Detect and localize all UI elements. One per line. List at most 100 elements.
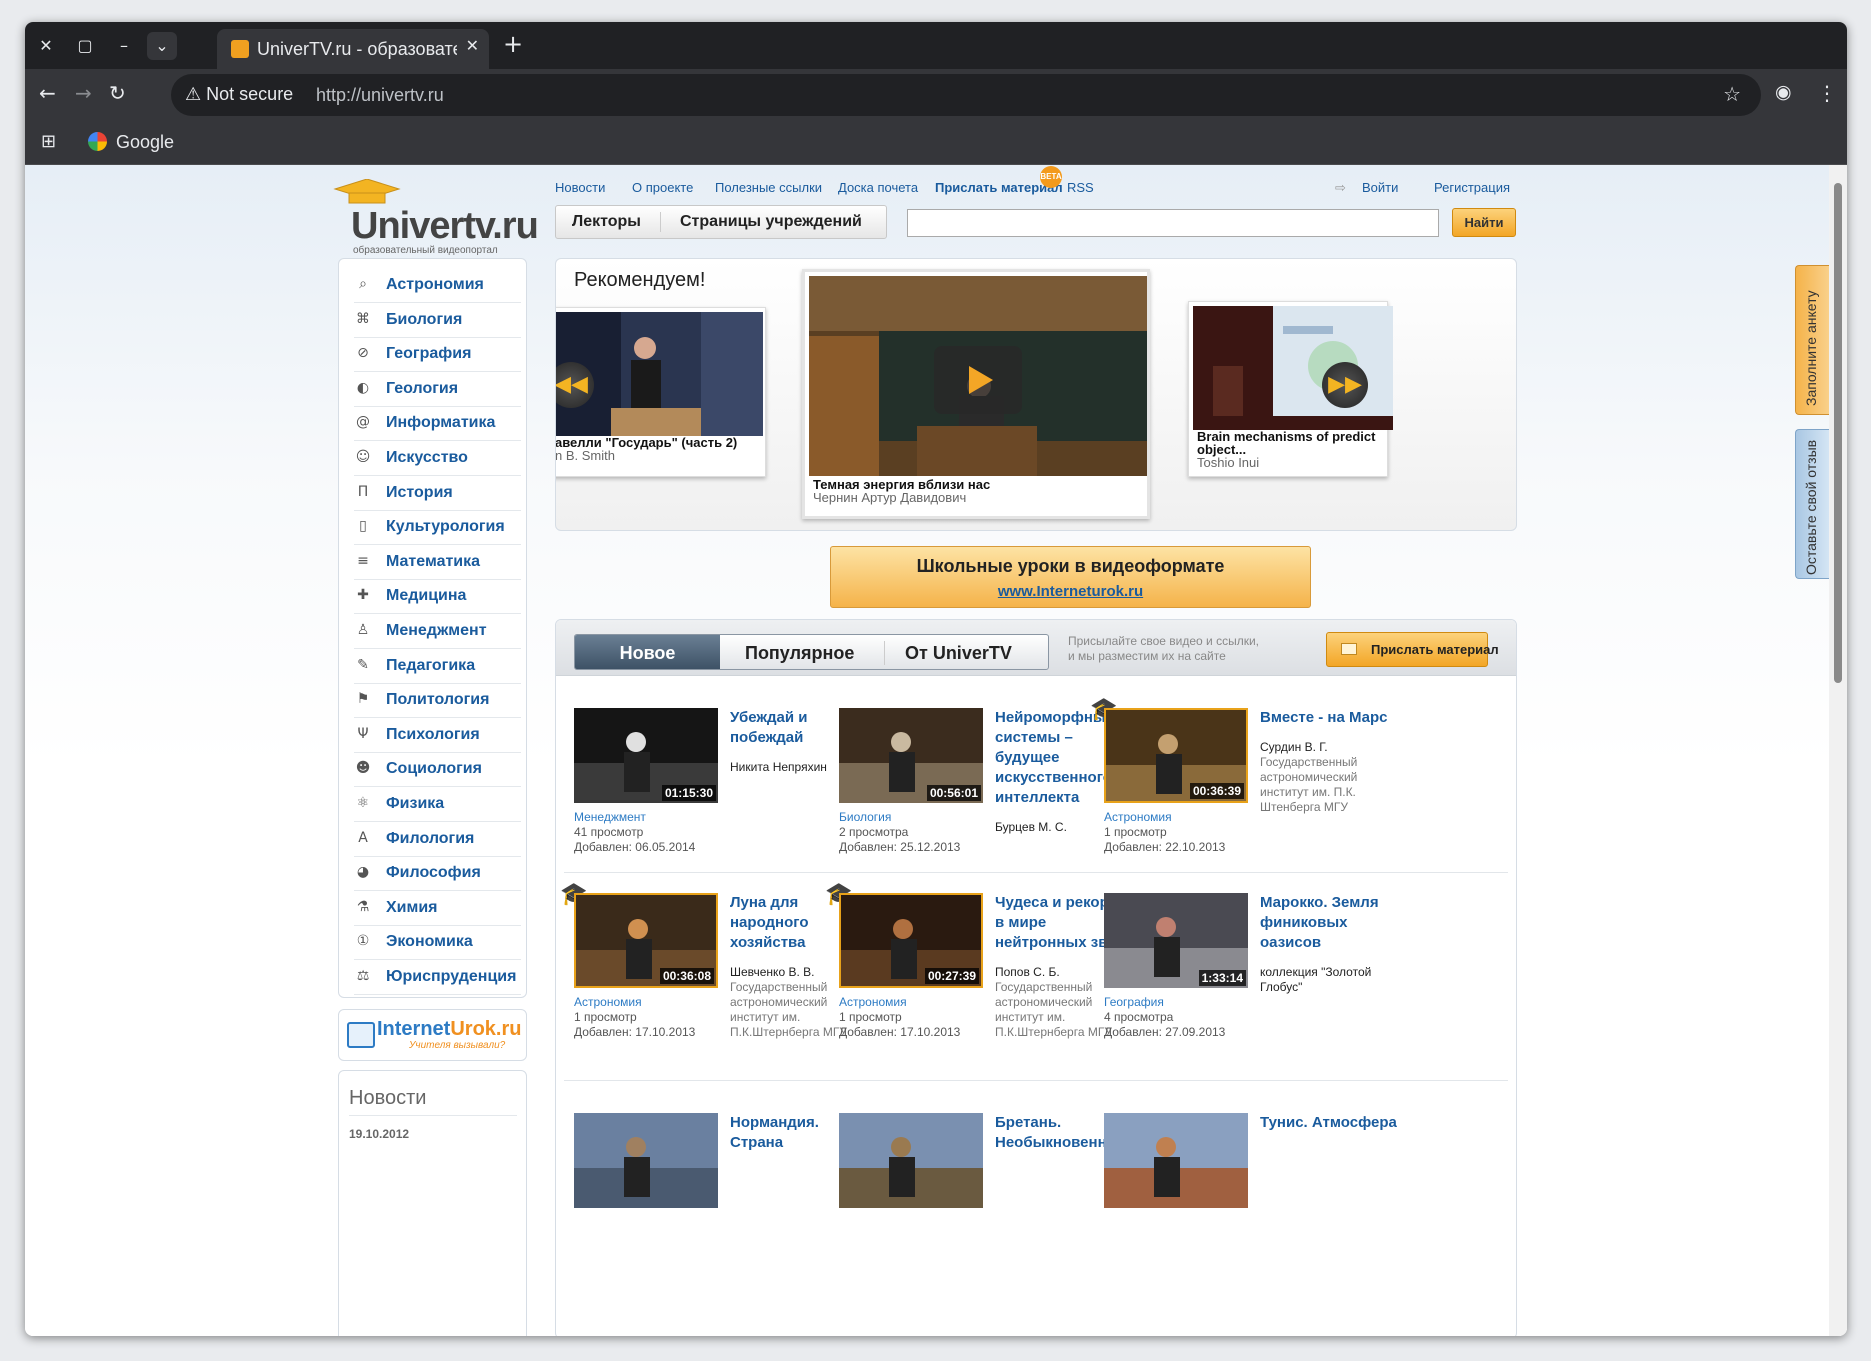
video-thumbnail[interactable]: 01:15:30: [574, 708, 718, 803]
video-item[interactable]: 🎓 00:27:39 Чудеса и рекорды в мире нейтрон…: [825, 881, 1139, 1083]
tab-institutions[interactable]: Страницы учреждений: [680, 213, 862, 231]
close-tab-icon[interactable]: ✕: [466, 36, 479, 55]
video-added: Добавлен: 06.05.2014: [574, 840, 696, 854]
video-thumbnail[interactable]: 00:27:39: [839, 893, 983, 988]
forward-icon[interactable]: →: [75, 81, 92, 105]
category-item[interactable]: ◕ Философия: [354, 857, 521, 892]
tab-search-chevron-icon[interactable]: ⌄: [147, 32, 177, 60]
google-icon[interactable]: [88, 132, 107, 151]
video-category[interactable]: Астрономия: [574, 995, 724, 1010]
category-item[interactable]: ① Экономика: [354, 926, 521, 961]
address-bar[interactable]: ⚠ Not secure http://univertv.ru ☆: [171, 74, 1761, 116]
beta-badge: BETA: [1040, 166, 1062, 188]
video-item[interactable]: Бретань. Необыкновенные: [839, 1113, 1139, 1303]
video-category[interactable]: Астрономия: [1104, 810, 1254, 825]
category-item[interactable]: ☻ Социология: [354, 753, 521, 788]
search-button[interactable]: Найти: [1452, 208, 1516, 237]
video-item[interactable]: 🎓 00:36:08 Луна для народного хозяйства Шев…: [560, 881, 874, 1083]
maximize-window-icon[interactable]: ▢: [70, 32, 100, 60]
tab-new[interactable]: Новое: [575, 635, 720, 669]
bookmark-google[interactable]: Google: [116, 132, 174, 153]
video-author-name[interactable]: коллекция "Золотой Глобус": [1260, 965, 1400, 995]
category-item[interactable]: ▯ Культурология: [354, 511, 521, 546]
category-item[interactable]: ⌕ Астрономия: [354, 269, 521, 303]
video-thumbnail[interactable]: [839, 1113, 983, 1208]
feedback-tab-label: Оставьте свой отзыв: [1803, 439, 1819, 575]
video-author-name[interactable]: Сурдин В. Г.: [1260, 740, 1400, 755]
category-item[interactable]: Ψ Психология: [354, 719, 521, 753]
internet-urok-ad[interactable]: InternetUrok.ru Учителя вызывали?: [338, 1009, 527, 1061]
category-item[interactable]: ✚ Медицина: [354, 580, 521, 615]
category-item[interactable]: ◐ Геология: [354, 373, 521, 407]
category-item[interactable]: ♙ Менеджмент: [354, 615, 521, 649]
video-category[interactable]: Биология: [839, 810, 989, 825]
school-lessons-banner[interactable]: Школьные уроки в видеоформате www.Intern…: [830, 546, 1311, 608]
carousel-card-featured[interactable]: Темная энергия вблизи нас Чернин Артур Д…: [802, 269, 1150, 519]
video-thumbnail[interactable]: 00:36:39: [1104, 708, 1248, 803]
video-thumbnail[interactable]: [1104, 1113, 1248, 1208]
video-title[interactable]: Вместе - на Марс: [1260, 708, 1400, 728]
envelope-icon: [1341, 643, 1357, 655]
apps-grid-icon[interactable]: ⊞: [41, 131, 56, 152]
video-item[interactable]: 🎓 00:36:39 Вместе - на Марс Сурдин В. Г. Гос…: [1090, 696, 1404, 898]
video-thumbnail[interactable]: 00:36:08: [574, 893, 718, 988]
video-title[interactable]: Тунис. Атмосфера: [1260, 1113, 1400, 1133]
send-material-button[interactable]: Прислать материал: [1326, 632, 1499, 667]
tab-from-univertv[interactable]: От UniverTV: [905, 635, 1012, 669]
category-item[interactable]: ≡ Математика: [354, 546, 521, 580]
minimize-window-icon[interactable]: –: [109, 32, 139, 60]
new-tab-icon[interactable]: +: [503, 30, 523, 58]
not-secure-indicator[interactable]: ⚠ Not secure: [185, 84, 293, 105]
login-link[interactable]: Войти: [1362, 180, 1398, 195]
search-input[interactable]: [907, 209, 1439, 237]
category-label: История: [386, 483, 453, 501]
category-item[interactable]: Π История: [354, 477, 521, 511]
browser-tab[interactable]: UniverTV.ru - образовательный ✕: [217, 29, 489, 69]
url-text[interactable]: http://univertv.ru: [316, 85, 444, 106]
category-item[interactable]: ⚗ Химия: [354, 892, 521, 926]
profile-icon[interactable]: ◉: [1775, 81, 1792, 103]
nav-rss[interactable]: RSS: [1067, 180, 1094, 195]
video-thumbnail[interactable]: 1:33:14: [1104, 893, 1248, 988]
banner-link[interactable]: www.Interneturok.ru: [831, 583, 1310, 600]
video-thumbnail[interactable]: [574, 1113, 718, 1208]
video-item[interactable]: 01:15:30 Убеждай и побеждай Никита Непряхи…: [574, 708, 874, 898]
video-item[interactable]: 1:33:14 Марокко. Земля финиковых оазисов к…: [1104, 893, 1404, 1083]
carousel-featured-author: Чернин Артур Давидович: [813, 490, 967, 505]
bookmark-star-icon[interactable]: ☆: [1723, 82, 1741, 106]
feedback-tab[interactable]: Оставьте свой отзыв: [1795, 429, 1829, 579]
menu-kebab-icon[interactable]: ⋮: [1817, 81, 1837, 105]
nav-links[interactable]: Полезные ссылки: [715, 180, 822, 195]
scrollbar-thumb[interactable]: [1834, 183, 1842, 683]
category-item[interactable]: ✎ Педагогика: [354, 650, 521, 684]
category-label: Юриспруденция: [386, 968, 517, 985]
category-item[interactable]: ⚑ Политология: [354, 684, 521, 719]
close-window-icon[interactable]: ✕: [31, 32, 61, 60]
page-scrollbar[interactable]: [1829, 165, 1847, 1336]
nav-honor-board[interactable]: Доска почета: [838, 180, 918, 195]
video-category[interactable]: Менеджмент: [574, 810, 724, 825]
category-item[interactable]: A Филология: [354, 823, 521, 857]
back-icon[interactable]: ←: [39, 81, 56, 105]
video-category[interactable]: Астрономия: [839, 995, 989, 1010]
tab-lecturers[interactable]: Лекторы: [572, 213, 641, 231]
survey-tab[interactable]: Заполните анкету: [1795, 265, 1829, 415]
video-item[interactable]: Нормандия. Страна: [574, 1113, 874, 1303]
nav-about[interactable]: О проекте: [632, 180, 693, 195]
video-item[interactable]: 00:56:01 Нейроморфные системы – будущее и…: [839, 708, 1139, 898]
category-item[interactable]: ☺ Искусство: [354, 442, 521, 476]
nav-news[interactable]: Новости: [555, 180, 605, 195]
category-item[interactable]: ⚛ Физика: [354, 788, 521, 822]
video-thumbnail[interactable]: 00:56:01: [839, 708, 983, 803]
category-item[interactable]: @ Информатика: [354, 407, 521, 442]
video-category[interactable]: География: [1104, 995, 1254, 1010]
category-item[interactable]: ⊘ География: [354, 338, 521, 373]
video-item[interactable]: Тунис. Атмосфера: [1104, 1113, 1404, 1303]
register-link[interactable]: Регистрация: [1434, 180, 1510, 195]
video-title[interactable]: Марокко. Земля финиковых оазисов: [1260, 893, 1400, 953]
reload-icon[interactable]: ↻: [109, 81, 126, 105]
category-item[interactable]: ⌘ Биология: [354, 304, 521, 338]
tab-popular[interactable]: Популярное: [745, 635, 854, 669]
category-item[interactable]: ⚖ Юриспруденция: [354, 961, 521, 995]
carousel-next-icon[interactable]: ▶▶: [1322, 362, 1368, 408]
